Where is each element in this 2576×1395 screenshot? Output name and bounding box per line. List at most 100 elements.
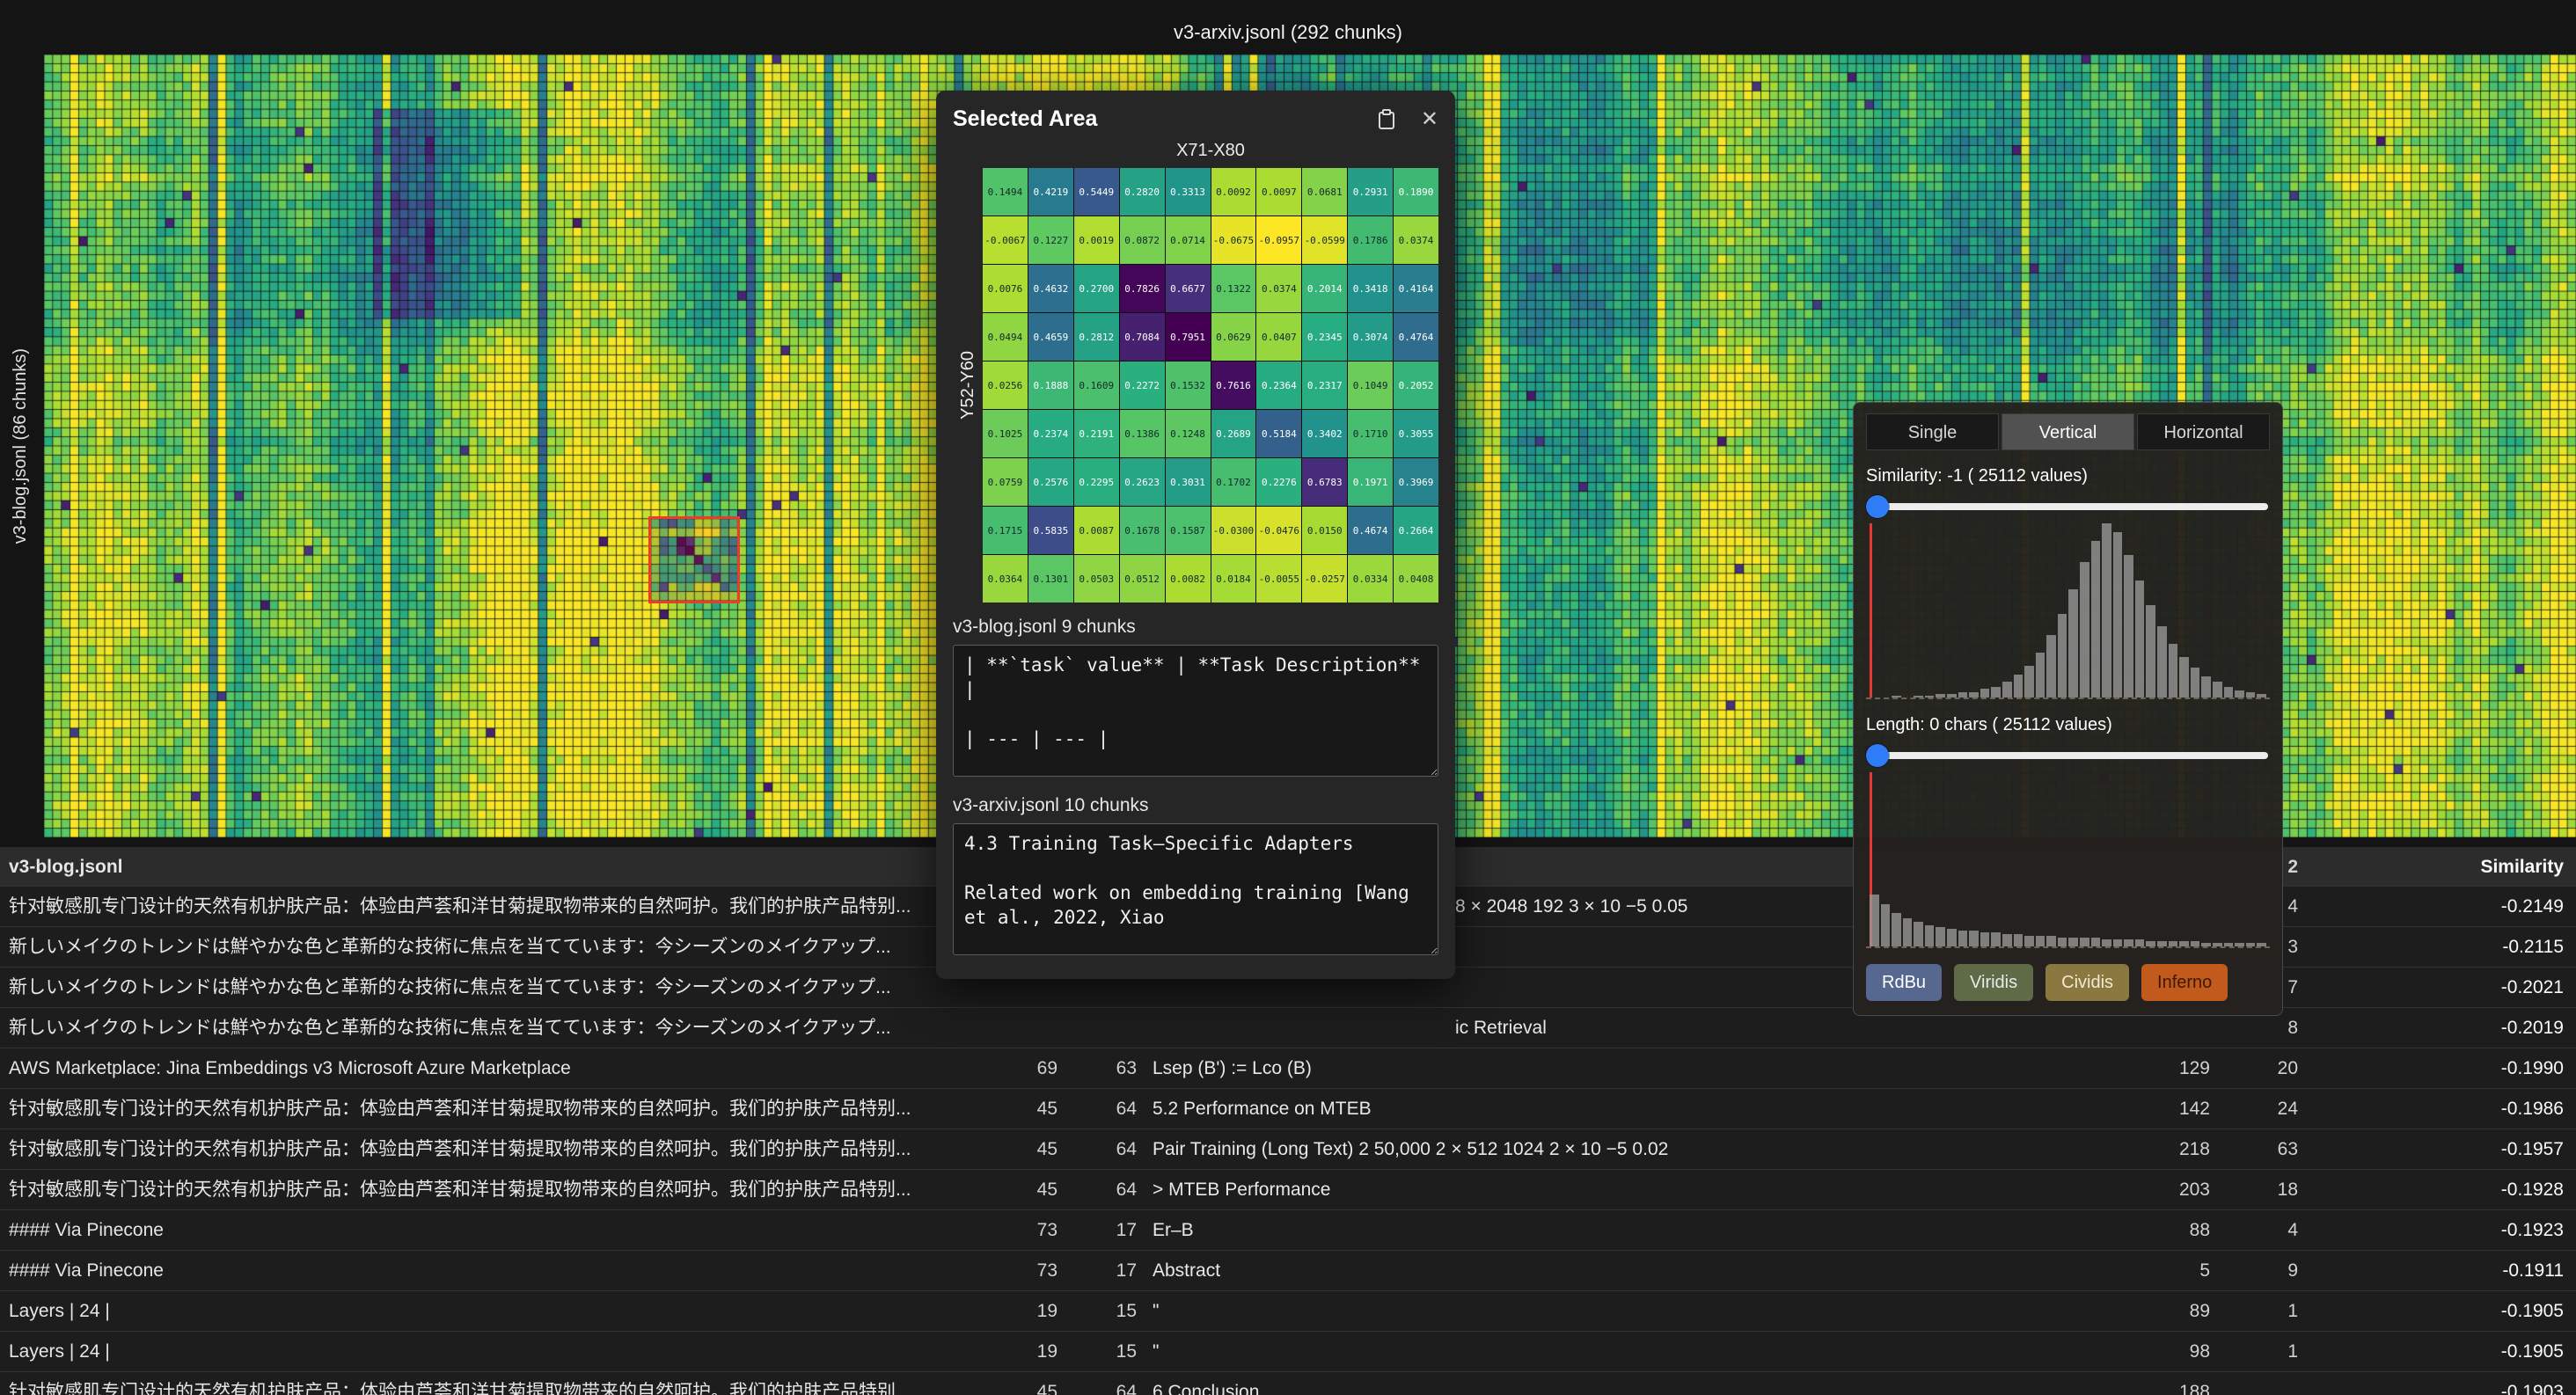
tab-vertical[interactable]: Vertical: [2002, 413, 2134, 450]
grid-cell: 0.0374: [1256, 265, 1301, 312]
cell-sim: -0.2021: [2305, 968, 2576, 1007]
cell-n1: 73: [985, 1210, 1065, 1250]
histogram-bar: [2201, 943, 2211, 946]
histogram-bar: [2058, 938, 2067, 946]
grid-cell: 0.5184: [1256, 410, 1301, 457]
grid-cell: 0.4659: [1028, 313, 1073, 361]
cell-n4: 63: [2217, 1129, 2305, 1169]
similarity-threshold-line: [1870, 523, 1872, 698]
cell-n1: 69: [985, 1048, 1065, 1088]
cell-sim: -0.2115: [2305, 927, 2576, 967]
colormap-rdbu-button[interactable]: RdBu: [1866, 964, 1942, 1001]
y-range-label: Y52-Y60: [958, 351, 978, 420]
tab-single[interactable]: Single: [1866, 413, 1999, 450]
grid-cell: 0.6677: [1166, 265, 1211, 312]
selection-rectangle[interactable]: [648, 516, 741, 603]
grid-cell: 0.1322: [1211, 265, 1256, 312]
similarity-slider-handle[interactable]: [1866, 495, 1889, 518]
table-row[interactable]: 针对敏感肌专门设计的天然有机护肤产品：体验由芦荟和洋甘菊提取物带来的自然呵护。我…: [0, 1089, 2576, 1129]
close-button[interactable]: ✕: [1421, 109, 1438, 130]
grid-cell: 0.0092: [1211, 168, 1256, 215]
cell-blog: Layers | 24 |: [0, 1332, 985, 1371]
arxiv-chunk-textarea[interactable]: 4.3 Training Task—Specific Adapters Rela…: [953, 823, 1438, 955]
cell-arxiv: ": [1144, 1332, 2147, 1371]
cell-sim: -0.1905: [2305, 1332, 2576, 1371]
colormap-viridis-button[interactable]: Viridis: [1954, 964, 2033, 1001]
heatmap-title: v3-arxiv.jsonl (292 chunks): [0, 21, 2576, 44]
cell-blog: #### Via Pinecone: [0, 1210, 985, 1250]
histogram-bar: [2146, 605, 2155, 698]
histogram-bar: [2235, 943, 2244, 946]
tab-horizontal[interactable]: Horizontal: [2137, 413, 2270, 450]
cell-n2: 15: [1065, 1291, 1144, 1331]
histogram-bar: [1991, 932, 2001, 946]
cell-arxiv: 5.2 Performance on MTEB: [1144, 1089, 2147, 1128]
blog-chunk-textarea[interactable]: | **`task` value** | **Task Description*…: [953, 645, 1438, 777]
histogram-bar: [2146, 941, 2155, 946]
cell-n3: 98: [2147, 1332, 2217, 1371]
cell-sim: -0.1957: [2305, 1129, 2576, 1169]
colormap-inferno-button[interactable]: Inferno: [2141, 964, 2228, 1001]
arxiv-chunks-label: v3-arxiv.jsonl 10 chunks: [953, 795, 1438, 816]
colormap-cividis-button[interactable]: Cividis: [2045, 964, 2129, 1001]
grid-cell: -0.0957: [1256, 216, 1301, 264]
cell-blog: 新しいメイクのトレンドは鮮やかな色と革新的な技術に焦点を当てています：今シーズン…: [0, 927, 985, 967]
histogram-bar: [1936, 694, 1945, 698]
grid-cell: 0.2931: [1348, 168, 1393, 215]
grid-cell: 0.1786: [1348, 216, 1393, 264]
grid-cell: 0.0494: [983, 313, 1028, 361]
histogram-bar: [1980, 932, 1990, 946]
table-row[interactable]: #### Via Pinecone7317Abstract59-0.1911: [0, 1251, 2576, 1291]
grid-cell: 0.2345: [1302, 313, 1347, 361]
histogram-bar: [2213, 682, 2222, 698]
cell-n2: 17: [1065, 1210, 1144, 1250]
table-row[interactable]: Layers | 24 |1915"891-0.1905: [0, 1291, 2576, 1332]
grid-cell: 0.3031: [1166, 458, 1211, 506]
cell-blog: 针对敏感肌专门设计的天然有机护肤产品：体验由芦荟和洋甘菊提取物带来的自然呵护。我…: [0, 1129, 985, 1169]
histogram-bar: [2124, 555, 2133, 698]
cell-n2: 64: [1065, 1372, 1144, 1395]
length-slider-handle[interactable]: [1866, 744, 1889, 767]
cell-n4: 24: [2217, 1089, 2305, 1128]
cell-n4: 18: [2217, 1170, 2305, 1209]
grid-cell: 0.0097: [1256, 168, 1301, 215]
colormap-buttons: RdBu Viridis Cividis Inferno: [1866, 964, 2270, 1001]
grid-cell: 0.0087: [1074, 507, 1119, 554]
view-mode-tabs: SingleVerticalHorizontal: [1866, 413, 2270, 450]
cell-n2: 15: [1065, 1332, 1144, 1371]
grid-cell: 0.0082: [1166, 555, 1211, 603]
cell-n1: 19: [985, 1291, 1065, 1331]
grid-cell: -0.0067: [983, 216, 1028, 264]
grid-cell: 0.1609: [1074, 362, 1119, 409]
similarity-slider[interactable]: [1866, 493, 2270, 520]
grid-cell: 0.2374: [1028, 410, 1073, 457]
histogram-bar: [2191, 941, 2200, 946]
table-row[interactable]: 针对敏感肌专门设计的天然有机护肤产品：体验由芦荟和洋甘菊提取物带来的自然呵护。我…: [0, 1170, 2576, 1210]
histogram-bar: [2113, 532, 2123, 698]
histogram-bar: [2135, 939, 2145, 946]
copy-button[interactable]: [1377, 109, 1396, 130]
cell-blog: 新しいメイクのトレンドは鮮やかな色と革新的な技術に焦点を当てています：今シーズン…: [0, 1008, 985, 1048]
length-histogram: [1866, 772, 2270, 948]
cell-blog: Layers | 24 |: [0, 1291, 985, 1331]
modal-header: Selected Area ✕: [953, 106, 1438, 132]
length-slider[interactable]: [1866, 742, 2270, 769]
cell-blog: #### Via Pinecone: [0, 1251, 985, 1290]
grid-cell: 0.2664: [1394, 507, 1438, 554]
header-blog: v3-blog.jsonl: [0, 847, 985, 886]
cell-n3: 5: [2147, 1251, 2217, 1290]
cell-n3: 142: [2147, 1089, 2217, 1128]
table-row[interactable]: 针对敏感肌专门设计的天然有机护肤产品：体验由芦荟和洋甘菊提取物带来的自然呵护。我…: [0, 1129, 2576, 1170]
cell-n1: 45: [985, 1170, 1065, 1209]
grid-cell: 0.4219: [1028, 168, 1073, 215]
grid-cell: 0.7826: [1120, 265, 1165, 312]
grid-cell: 0.0512: [1120, 555, 1165, 603]
table-row[interactable]: 针对敏感肌专门设计的天然有机护肤产品：体验由芦荟和洋甘菊提取物带来的自然呵护。我…: [0, 1372, 2576, 1395]
grid-cell: 0.1494: [983, 168, 1028, 215]
grid-cell: 0.1025: [983, 410, 1028, 457]
table-row[interactable]: Layers | 24 |1915"981-0.1905: [0, 1332, 2576, 1372]
modal-title: Selected Area: [953, 106, 1352, 132]
table-row[interactable]: AWS Marketplace: Jina Embeddings v3 Micr…: [0, 1048, 2576, 1089]
cell-blog: 针对敏感肌专门设计的天然有机护肤产品：体验由芦荟和洋甘菊提取物带来的自然呵护。我…: [0, 1170, 985, 1209]
table-row[interactable]: #### Via Pinecone7317Er–B884-0.1923: [0, 1210, 2576, 1251]
